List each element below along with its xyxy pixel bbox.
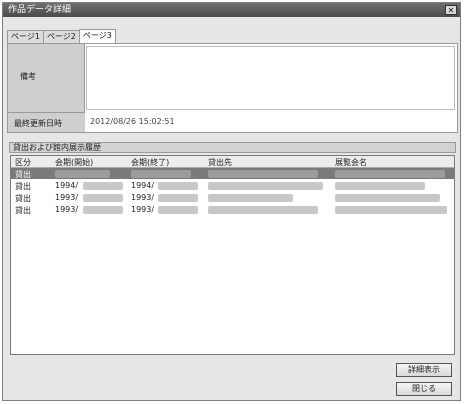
column-header-lender[interactable]: 貸出先 <box>208 157 232 168</box>
remarks-field[interactable] <box>86 46 455 110</box>
redacted-text <box>131 170 191 178</box>
table-header: 区分 会期(開始) 会期(終了) 貸出先 展覧会名 <box>11 156 454 168</box>
redacted-text <box>83 182 123 190</box>
row-kind: 貸出 <box>15 206 31 215</box>
window-title: 作品データ詳細 <box>8 5 72 15</box>
redacted-text <box>208 206 318 214</box>
redacted-text <box>83 194 123 202</box>
table-row[interactable]: 貸出 1993/ 1993/ <box>11 204 454 215</box>
redacted-text <box>208 182 323 190</box>
column-header-exhibition[interactable]: 展覧会名 <box>335 157 367 168</box>
row-kind: 貸出 <box>15 170 31 179</box>
detail-view-button[interactable]: 詳細表示 <box>396 363 452 377</box>
row-end: 1993/ <box>131 193 155 202</box>
redacted-text <box>55 170 110 178</box>
row-kind: 貸出 <box>15 182 31 191</box>
row-end: 1993/ <box>131 205 155 214</box>
tab-page3[interactable]: ページ3 <box>78 29 116 43</box>
redacted-text <box>208 170 318 178</box>
tab-panel: 備考 最終更新日時 2012/08/26 15:02:51 <box>7 43 458 133</box>
redacted-text <box>158 182 198 190</box>
row-start: 1993/ <box>55 193 79 202</box>
history-table: 区分 会期(開始) 会期(終了) 貸出先 展覧会名 貸出 貸出 1994/ 19… <box>10 155 455 355</box>
remarks-label-cell: 備考 <box>8 44 85 112</box>
row-start: 1994/ <box>55 181 79 190</box>
remarks-label: 備考 <box>20 72 36 81</box>
redacted-text <box>83 206 123 214</box>
history-section-title: 貸出および館内展示履歴 <box>9 142 456 153</box>
redacted-text <box>335 182 425 190</box>
redacted-text <box>158 206 198 214</box>
tab-page2[interactable]: ページ2 <box>42 30 80 43</box>
redacted-text <box>208 194 293 202</box>
dialog-window: 作品データ詳細 ✕ ページ1 ページ2 ページ3 備考 最終更新日時 2012/… <box>2 2 461 401</box>
row-start: 1993/ <box>55 205 79 214</box>
title-bar: 作品データ詳細 ✕ <box>3 3 460 17</box>
tab-strip: ページ1 ページ2 ページ3 <box>7 29 116 43</box>
close-button[interactable]: 閉じる <box>396 382 452 396</box>
row-end: 1994/ <box>131 181 155 190</box>
redacted-text <box>335 206 447 214</box>
column-header-start[interactable]: 会期(開始) <box>55 157 93 168</box>
last-updated-value: 2012/08/26 15:02:51 <box>90 117 175 126</box>
table-row[interactable]: 貸出 1993/ 1993/ <box>11 192 454 203</box>
column-header-kind[interactable]: 区分 <box>15 157 31 168</box>
close-icon[interactable]: ✕ <box>445 5 457 15</box>
row-kind: 貸出 <box>15 194 31 203</box>
column-header-end[interactable]: 会期(終了) <box>131 157 169 168</box>
table-row[interactable]: 貸出 <box>11 168 454 179</box>
redacted-text <box>335 194 440 202</box>
last-updated-label: 最終更新日時 <box>14 119 62 128</box>
redacted-text <box>158 194 198 202</box>
table-row[interactable]: 貸出 1994/ 1994/ <box>11 180 454 191</box>
tab-page1[interactable]: ページ1 <box>7 30 44 43</box>
redacted-text <box>335 170 445 178</box>
last-updated-label-cell: 最終更新日時 <box>8 112 85 132</box>
